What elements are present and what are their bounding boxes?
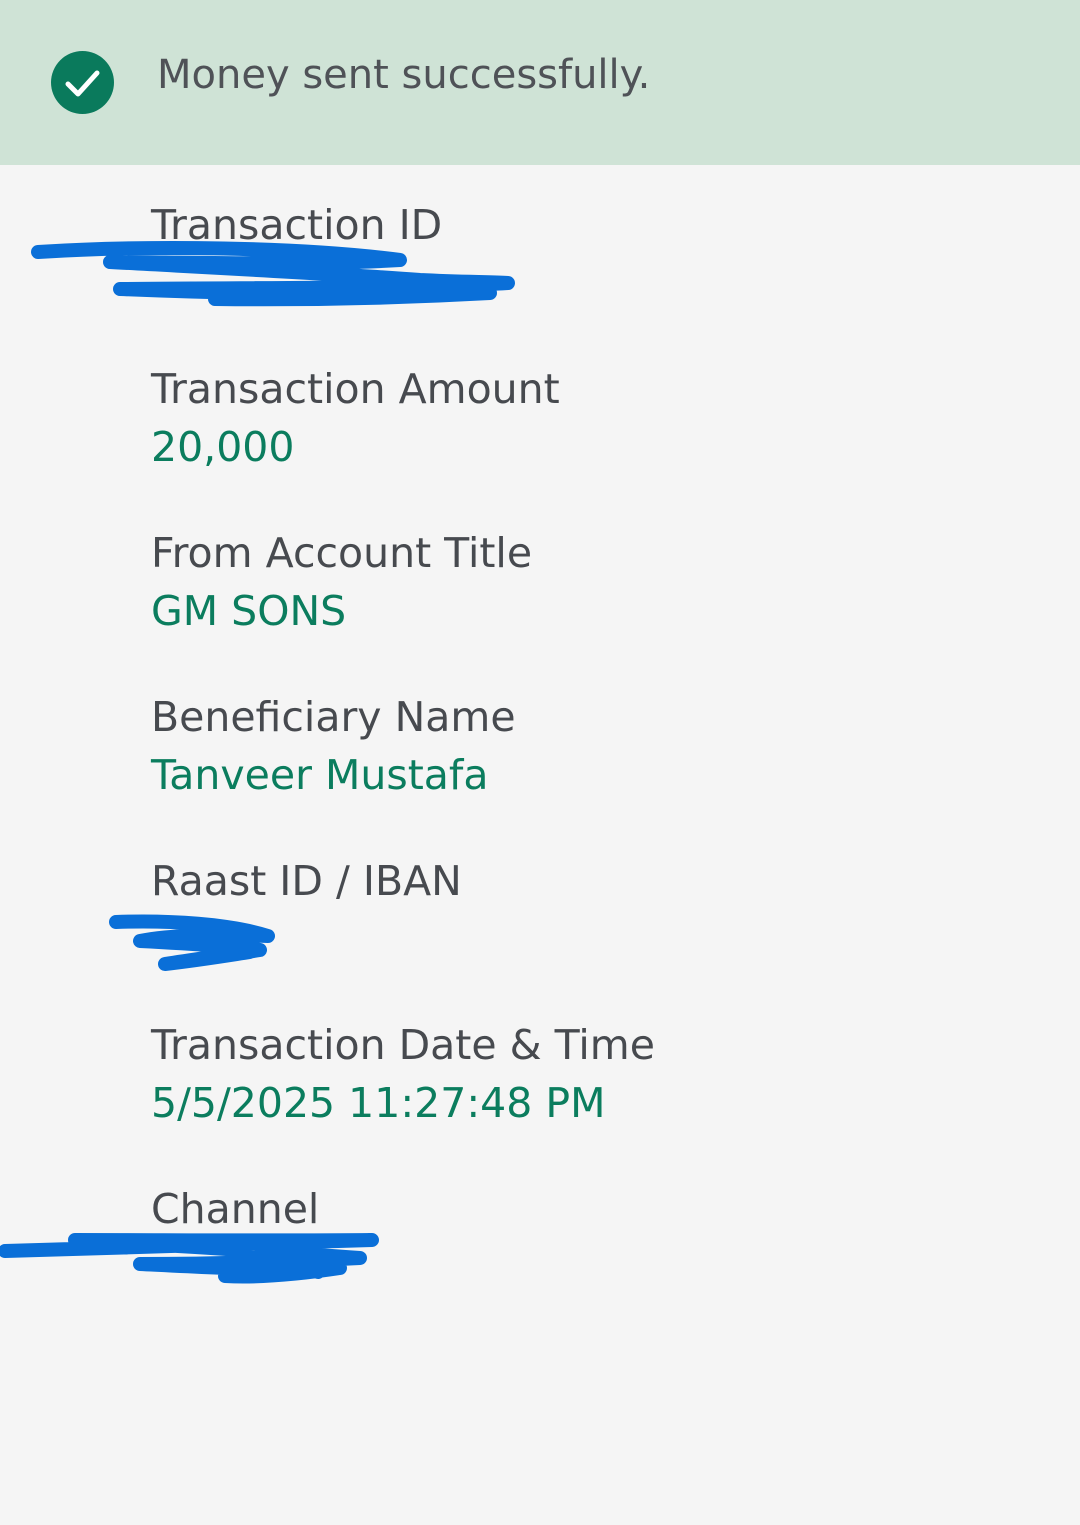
transaction-amount-field: Transaction Amount 20,000 [151,364,560,472]
from-account-value: GM SONS [151,587,347,635]
raast-id-label: Raast ID / IBAN [151,857,462,905]
from-account-field: From Account Title GM SONS [151,528,532,636]
transaction-amount-value: 20,000 [151,423,295,471]
channel-field: Channel [151,1184,319,1242]
date-time-label: Transaction Date & Time [151,1021,655,1069]
beneficiary-label: Beneficiary Name [151,693,516,741]
beneficiary-field: Beneficiary Name Tanveer Mustafa [151,692,516,800]
transaction-amount-label: Transaction Amount [151,365,560,413]
raast-id-field: Raast ID / IBAN [151,856,462,914]
date-time-field: Transaction Date & Time 5/5/2025 11:27:4… [151,1020,655,1128]
success-banner: Money sent successfully. [0,0,1080,165]
redaction-scribble-channel [0,1233,379,1284]
transaction-id-label: Transaction ID [151,201,443,249]
channel-label: Channel [151,1185,320,1233]
from-account-label: From Account Title [151,529,533,577]
transaction-id-field: Transaction ID [151,200,442,258]
redaction-scribble-raast-id [109,914,275,971]
date-time-value: 5/5/2025 11:27:48 PM [151,1079,606,1127]
beneficiary-value: Tanveer Mustafa [151,751,489,799]
check-circle-icon [51,51,114,114]
success-message: Money sent successfully. [157,52,651,98]
